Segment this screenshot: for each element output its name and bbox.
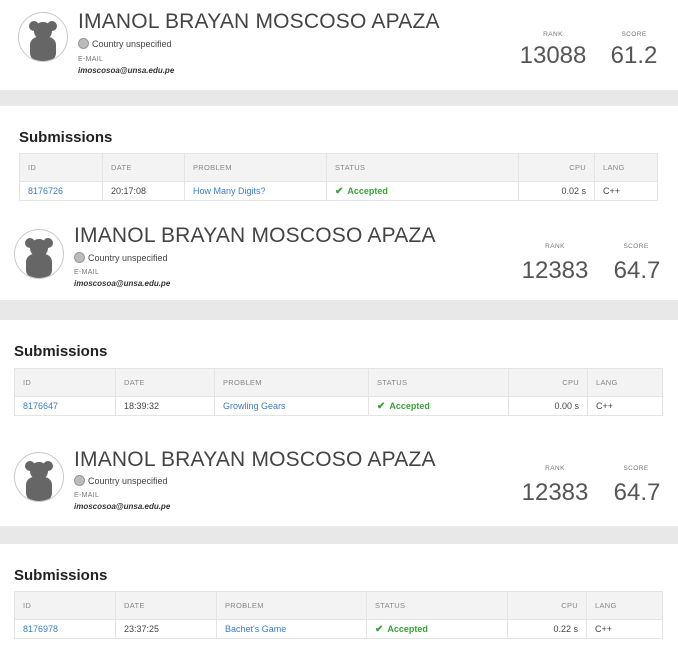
check-icon: ✔ [377,400,386,412]
submissions-table: ID DATE PROBLEM STATUS CPU LANG 8176978 … [14,591,663,639]
table-row: 8176978 23:37:25 Bachet's Game ✔ Accepted… [14,619,663,639]
globe-icon [78,38,89,49]
profile-card-3: IMANOL BRAYAN MOSCOSO APAZA Country unsp… [0,428,678,526]
cpu-time: 0.00 s [508,396,588,416]
col-id[interactable]: ID [19,153,103,182]
check-icon: ✔ [335,185,344,197]
profile-card-2: IMANOL BRAYAN MOSCOSO APAZA Country unsp… [0,202,678,300]
col-status[interactable]: STATUS [368,368,509,397]
submissions-panel-3: Submissions ID DATE PROBLEM STATUS CPU L… [0,544,678,661]
user-silhouette-icon [25,461,53,501]
submissions-title: Submissions [19,129,113,146]
submissions-table: ID DATE PROBLEM STATUS CPU LANG 8176726 … [19,153,658,201]
language: C++ [594,181,658,201]
separator-band [0,90,678,106]
col-date[interactable]: DATE [115,368,215,397]
user-name: IMANOL BRAYAN MOSCOSO APAZA [78,10,440,33]
submissions-panel-2: Submissions ID DATE PROBLEM STATUS CPU L… [0,320,678,428]
score-value: 61.2 [610,42,658,69]
submissions-title: Submissions [14,343,108,360]
profile-card-1: IMANOL BRAYAN MOSCOSO APAZA Country unsp… [0,0,668,90]
separator-band [0,300,678,320]
col-problem[interactable]: PROBLEM [216,591,367,620]
email-label: E-MAIL [74,269,100,276]
email-value: imoscosoa@unsa.edu.pe [74,279,171,288]
user-name: IMANOL BRAYAN MOSCOSO APAZA [74,448,436,471]
problem-link[interactable]: How Many Digits? [193,186,266,196]
submissions-title: Submissions [14,567,108,584]
status-cell: ✔ Accepted [326,181,519,201]
separator-band [0,526,678,544]
submissions-panel-1: Submissions ID DATE PROBLEM STATUS CPU L… [0,106,668,202]
col-date[interactable]: DATE [102,153,185,182]
score-value: 64.7 [613,479,661,506]
avatar [18,12,68,62]
language: C++ [587,396,663,416]
table-header-row: ID DATE PROBLEM STATUS CPU LANG [14,591,663,620]
rank-value: 12383 [521,257,589,284]
table-row: 8176726 20:17:08 How Many Digits? ✔ Accep… [19,181,658,201]
cpu-time: 0.22 s [507,619,587,639]
rank-value: 13088 [519,42,587,69]
score-label: SCORE [623,243,649,250]
email-value: imoscosoa@unsa.edu.pe [74,502,171,511]
score-label: SCORE [623,465,649,472]
table-header-row: ID DATE PROBLEM STATUS CPU LANG [19,153,658,182]
status-cell: ✔ Accepted [366,619,508,639]
country-status: Country unspecified [78,38,172,49]
email-label: E-MAIL [74,492,100,499]
status-label: Accepted [387,623,428,634]
cpu-time: 0.02 s [518,181,595,201]
col-status[interactable]: STATUS [326,153,519,182]
country-status: Country unspecified [74,475,168,486]
user-silhouette-icon [29,21,57,61]
country-label: Country unspecified [88,253,168,263]
submission-id-link[interactable]: 8176726 [28,186,63,196]
email-label: E-MAIL [78,56,104,63]
avatar [14,452,64,502]
col-id[interactable]: ID [14,591,116,620]
submissions-table: ID DATE PROBLEM STATUS CPU LANG 8176647 … [14,368,663,416]
submission-date: 20:17:08 [102,181,185,201]
email-value: imoscosoa@unsa.edu.pe [78,66,175,75]
table-header-row: ID DATE PROBLEM STATUS CPU LANG [14,368,663,397]
rank-value: 12383 [521,479,589,506]
country-status: Country unspecified [74,252,168,263]
rank-label: RANK [545,243,565,250]
status-label: Accepted [347,185,388,196]
status-label: Accepted [389,400,430,411]
submission-date: 18:39:32 [115,396,215,416]
status-cell: ✔ Accepted [368,396,509,416]
submission-id-link[interactable]: 8176978 [23,624,58,634]
col-cpu[interactable]: CPU [507,591,587,620]
check-icon: ✔ [375,623,384,635]
col-status[interactable]: STATUS [366,591,508,620]
col-problem[interactable]: PROBLEM [214,368,369,397]
submission-date: 23:37:25 [115,619,217,639]
score-value: 64.7 [613,257,661,284]
col-cpu[interactable]: CPU [508,368,588,397]
col-cpu[interactable]: CPU [518,153,595,182]
user-name: IMANOL BRAYAN MOSCOSO APAZA [74,224,436,247]
score-label: SCORE [621,31,647,38]
col-lang[interactable]: LANG [594,153,658,182]
country-label: Country unspecified [92,39,172,49]
table-row: 8176647 18:39:32 Growling Gears ✔ Accepte… [14,396,663,416]
col-lang[interactable]: LANG [586,591,663,620]
submission-id-link[interactable]: 8176647 [23,401,58,411]
problem-link[interactable]: Growling Gears [223,401,286,411]
globe-icon [74,252,85,263]
col-lang[interactable]: LANG [587,368,663,397]
rank-label: RANK [545,465,565,472]
col-id[interactable]: ID [14,368,116,397]
problem-link[interactable]: Bachet's Game [225,624,286,634]
country-label: Country unspecified [88,476,168,486]
col-problem[interactable]: PROBLEM [184,153,327,182]
user-silhouette-icon [25,238,53,278]
col-date[interactable]: DATE [115,591,217,620]
avatar [14,229,64,279]
rank-label: RANK [543,31,563,38]
language: C++ [586,619,663,639]
globe-icon [74,475,85,486]
